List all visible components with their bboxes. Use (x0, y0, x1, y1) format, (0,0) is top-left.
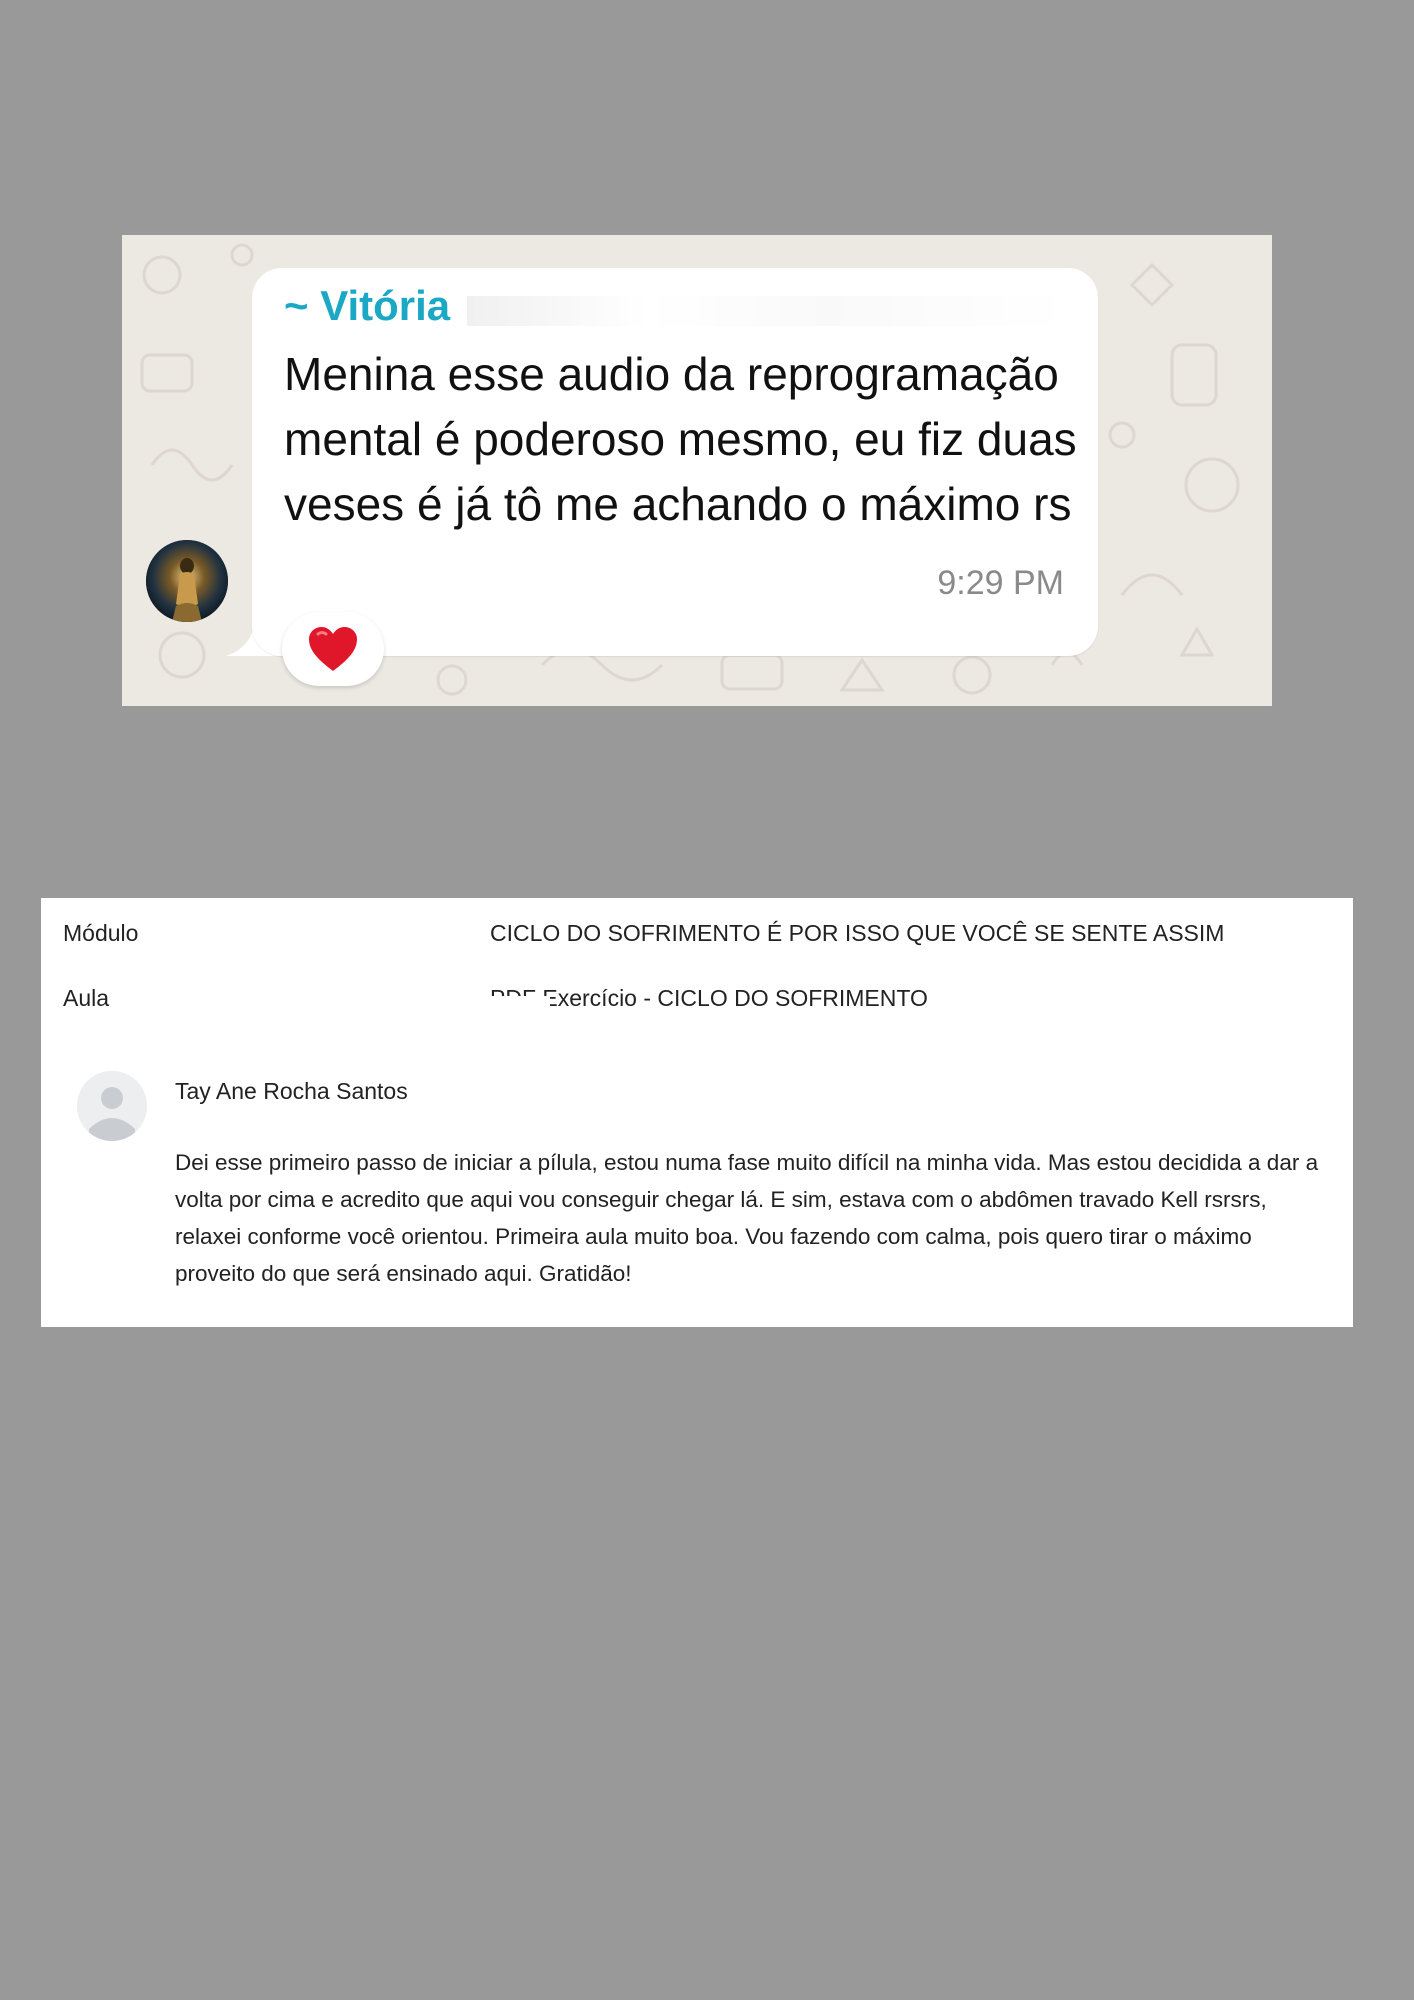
sender-name: ~ Vitória (284, 282, 451, 329)
red-heart-icon (309, 627, 357, 671)
user-placeholder-icon (77, 1071, 147, 1141)
lesson-crop-mask (490, 996, 550, 1006)
comment-text: Dei esse primeiro passo de iniciar a píl… (175, 1150, 1319, 1286)
chat-screenshot: ~ Vitória Menina esse audio da reprogram… (122, 235, 1272, 706)
lesson-value[interactable]: PDF Exercício - CICLO DO SOFRIMENTO (490, 985, 928, 1012)
sender-avatar[interactable] (146, 540, 228, 622)
lesson-label: Aula (63, 985, 110, 1011)
redacted-name-area (467, 296, 1067, 326)
course-comment-card: Módulo CICLO DO SOFRIMENTO É POR ISSO QU… (41, 898, 1353, 1327)
message-bubble[interactable]: ~ Vitória Menina esse audio da reprogram… (252, 268, 1098, 656)
module-value[interactable]: CICLO DO SOFRIMENTO É POR ISSO QUE VOCÊ … (490, 920, 1224, 947)
reaction-badge[interactable] (282, 612, 384, 686)
comment-author: Tay Ane Rocha Santos (175, 1078, 408, 1104)
avatar-image (146, 540, 228, 622)
message-text: Menina esse audio da reprogramação menta… (284, 348, 1077, 530)
message-time: 9:29 PM (937, 564, 1064, 602)
module-label: Módulo (63, 920, 139, 946)
